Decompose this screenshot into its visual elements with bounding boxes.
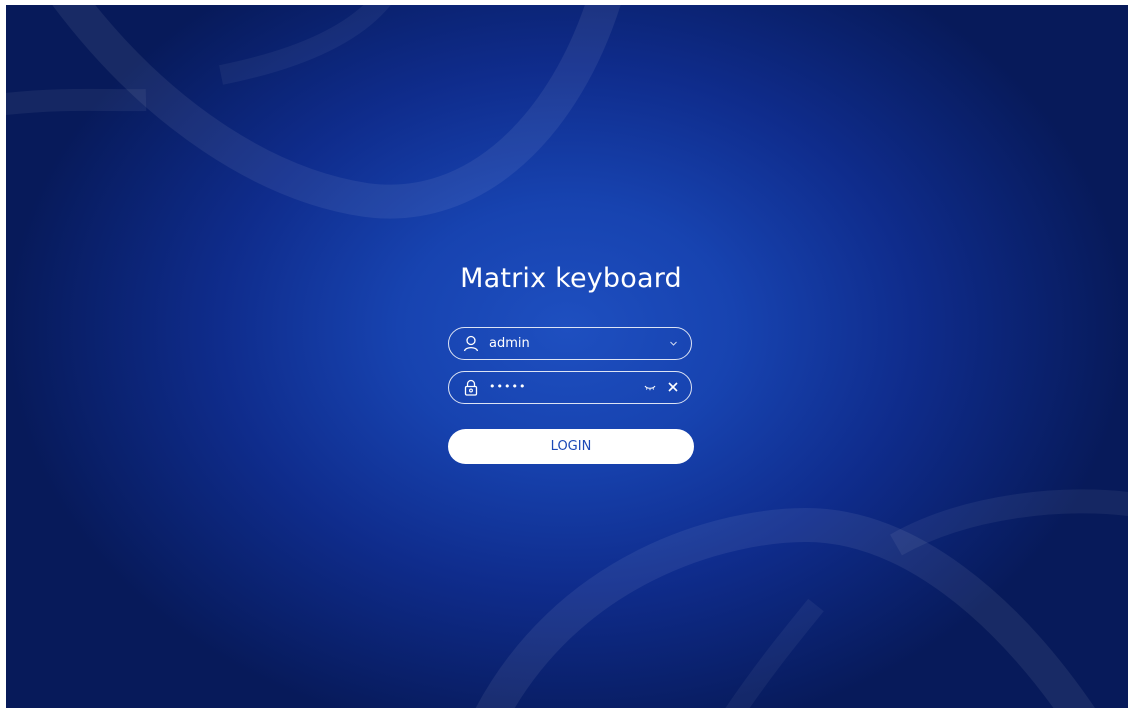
login-button[interactable]: LOGIN	[448, 429, 694, 464]
clear-icon[interactable]	[667, 381, 679, 393]
username-field[interactable]: admin	[448, 327, 692, 360]
username-value[interactable]: admin	[489, 335, 530, 352]
decor-curve-bottom-small	[725, 598, 824, 708]
app-title: Matrix keyboard	[460, 263, 682, 294]
decor-curve-top-left-small	[219, 5, 391, 85]
password-value[interactable]: •••••	[489, 378, 526, 395]
lock-icon	[464, 379, 478, 396]
user-icon	[463, 335, 479, 352]
chevron-down-icon[interactable]	[669, 339, 678, 348]
eye-closed-icon[interactable]	[644, 384, 656, 392]
login-screen: Matrix keyboard admin ••••• LOGIN	[6, 5, 1128, 708]
decor-curve-bottom-right	[475, 507, 1095, 708]
decor-curve-top-left-lower	[6, 88, 147, 116]
decor-curve-bottom-right-upper	[890, 489, 1128, 556]
password-field[interactable]: •••••	[448, 371, 692, 404]
